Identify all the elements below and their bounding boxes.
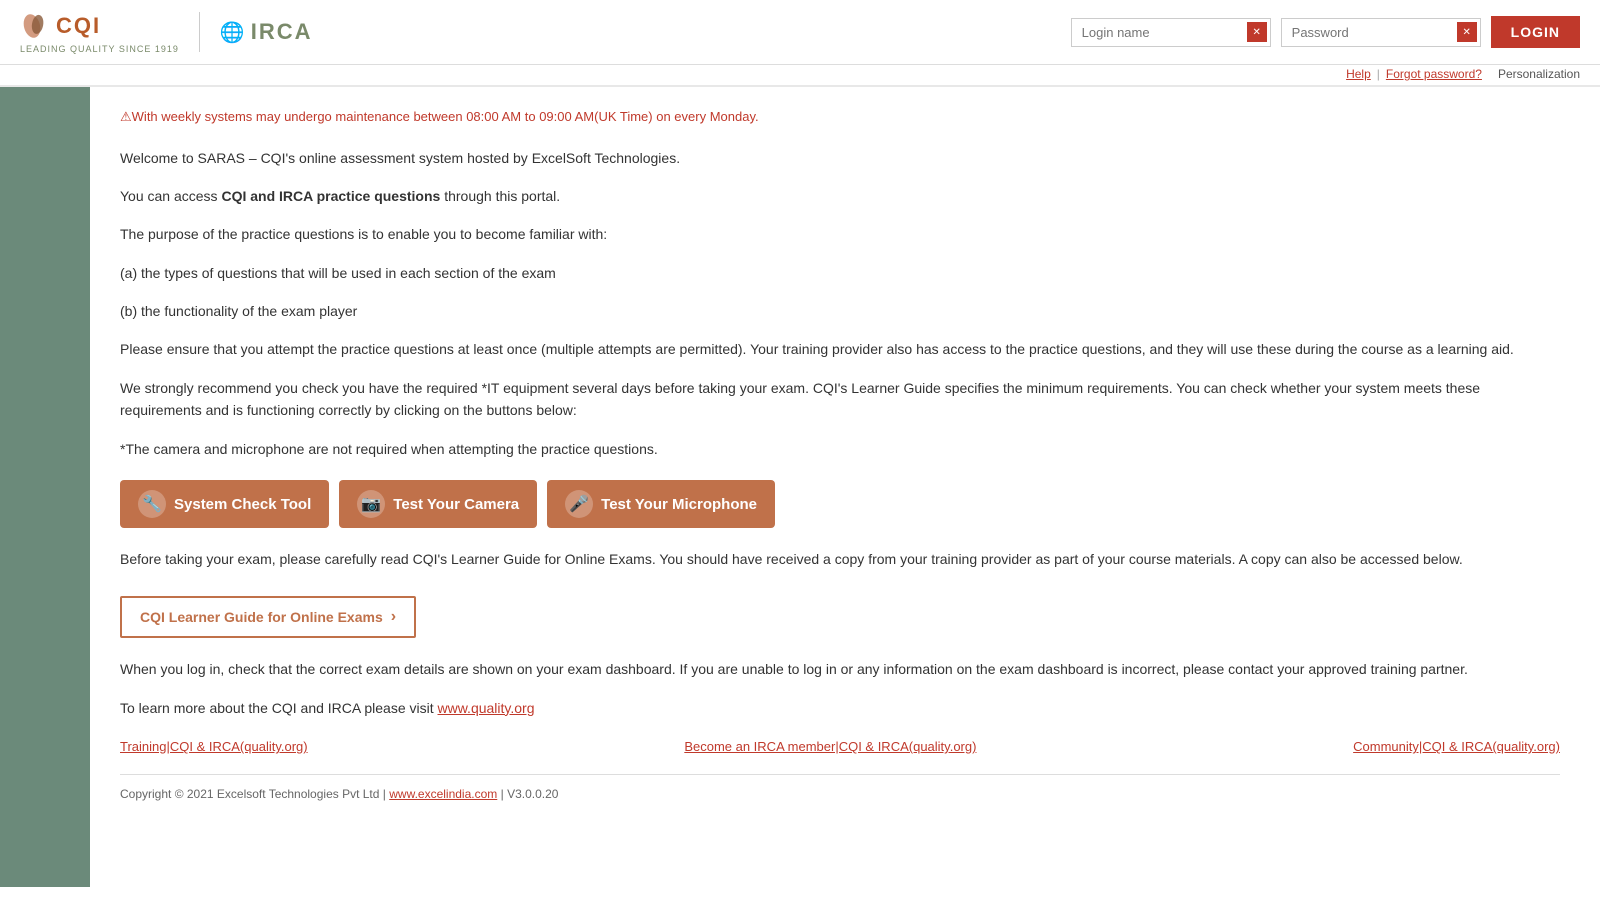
globe-icon: 🌐 xyxy=(220,20,245,45)
password-clear-btn[interactable]: ✕ xyxy=(1457,22,1477,42)
learner-guide-para: Before taking your exam, please carefull… xyxy=(120,548,1560,570)
copyright-version: | V3.0.0.20 xyxy=(497,787,558,801)
camera-test-label: Test Your Camera xyxy=(393,496,519,513)
para2-end: through this portal. xyxy=(440,188,560,204)
login-name-input[interactable] xyxy=(1071,18,1271,47)
para2-start: You can access xyxy=(120,188,221,204)
system-check-label: System Check Tool xyxy=(174,496,311,513)
header: CQI LEADING QUALITY SINCE 1919 🌐 IRCA ✕ … xyxy=(0,0,1600,65)
login-name-wrapper: ✕ xyxy=(1071,18,1271,47)
cqi-tagline: LEADING QUALITY SINCE 1919 xyxy=(20,44,179,54)
copyright-text: Copyright © 2021 Excelsoft Technologies … xyxy=(120,787,389,801)
help-link[interactable]: Help xyxy=(1346,67,1371,81)
warning-text: ⚠With weekly systems may undergo mainten… xyxy=(120,109,759,124)
header-right: ✕ ✕ LOGIN xyxy=(1071,16,1580,48)
para2-bold: CQI and IRCA practice questions xyxy=(221,188,440,204)
cqi-text: CQI xyxy=(56,13,101,39)
layout: ⚠With weekly systems may undergo mainten… xyxy=(0,87,1600,887)
main-content: ⚠With weekly systems may undergo mainten… xyxy=(90,87,1600,887)
system-check-icon: 🔧 xyxy=(138,490,166,518)
community-link[interactable]: Community|CQI & IRCA(quality.org) xyxy=(1353,739,1560,754)
password-wrapper: ✕ xyxy=(1281,18,1481,47)
sidebar xyxy=(0,87,90,887)
password-input[interactable] xyxy=(1281,18,1481,47)
camera-icon: 📷 xyxy=(357,490,385,518)
camera-test-button[interactable]: 📷 Test Your Camera xyxy=(339,480,537,528)
training-link[interactable]: Training|CQI & IRCA(quality.org) xyxy=(120,739,308,754)
microphone-test-button[interactable]: 🎤 Test Your Microphone xyxy=(547,480,775,528)
learn-more-para: To learn more about the CQI and IRCA ple… xyxy=(120,697,1560,719)
irca-text: IRCA xyxy=(251,19,313,45)
personalization-link[interactable]: Personalization xyxy=(1498,67,1580,81)
microphone-test-label: Test Your Microphone xyxy=(601,496,757,513)
para10-start: To learn more about the CQI and IRCA ple… xyxy=(120,700,438,716)
camera-note-para: *The camera and microphone are not requi… xyxy=(120,438,1560,460)
learner-guide-button[interactable]: CQI Learner Guide for Online Exams › xyxy=(120,596,416,638)
purpose-para: The purpose of the practice questions is… xyxy=(120,223,1560,245)
login-button[interactable]: LOGIN xyxy=(1491,16,1580,48)
links-separator: | xyxy=(1377,67,1380,81)
quality-org-link[interactable]: www.quality.org xyxy=(438,700,535,716)
irca-logo: 🌐 IRCA xyxy=(220,19,313,45)
para-4b: (b) the functionality of the exam player xyxy=(120,300,1560,322)
footer-links: Training|CQI & IRCA(quality.org) Become … xyxy=(120,739,1560,754)
guide-btn-arrow-icon: › xyxy=(391,608,396,626)
dashboard-para: When you log in, check that the correct … xyxy=(120,658,1560,680)
logo-divider xyxy=(199,12,200,52)
para-4a: (a) the types of questions that will be … xyxy=(120,262,1560,284)
microphone-icon: 🎤 xyxy=(565,490,593,518)
logo-area: CQI LEADING QUALITY SINCE 1919 🌐 IRCA xyxy=(20,10,313,54)
excelindia-link[interactable]: www.excelindia.com xyxy=(389,787,497,801)
system-check-button[interactable]: 🔧 System Check Tool xyxy=(120,480,329,528)
attempts-para: Please ensure that you attempt the pract… xyxy=(120,338,1560,360)
intro-para: Welcome to SARAS – CQI's online assessme… xyxy=(120,147,1560,169)
forgot-password-link[interactable]: Forgot password? xyxy=(1386,67,1482,81)
login-name-clear-btn[interactable]: ✕ xyxy=(1247,22,1267,42)
subheader-row: Help | Forgot password? Personalization xyxy=(0,65,1600,87)
cqi-logo: CQI LEADING QUALITY SINCE 1919 xyxy=(20,10,179,54)
action-buttons: 🔧 System Check Tool 📷 Test Your Camera 🎤… xyxy=(120,480,1560,528)
practice-questions-para: You can access CQI and IRCA practice que… xyxy=(120,185,1560,207)
irca-member-link[interactable]: Become an IRCA member|CQI & IRCA(quality… xyxy=(684,739,976,754)
copyright: Copyright © 2021 Excelsoft Technologies … xyxy=(120,774,1560,813)
requirements-para: We strongly recommend you check you have… xyxy=(120,377,1560,422)
cqi-icon xyxy=(20,10,52,42)
guide-btn-label: CQI Learner Guide for Online Exams xyxy=(140,609,383,625)
warning-banner: ⚠With weekly systems may undergo mainten… xyxy=(120,107,1560,127)
